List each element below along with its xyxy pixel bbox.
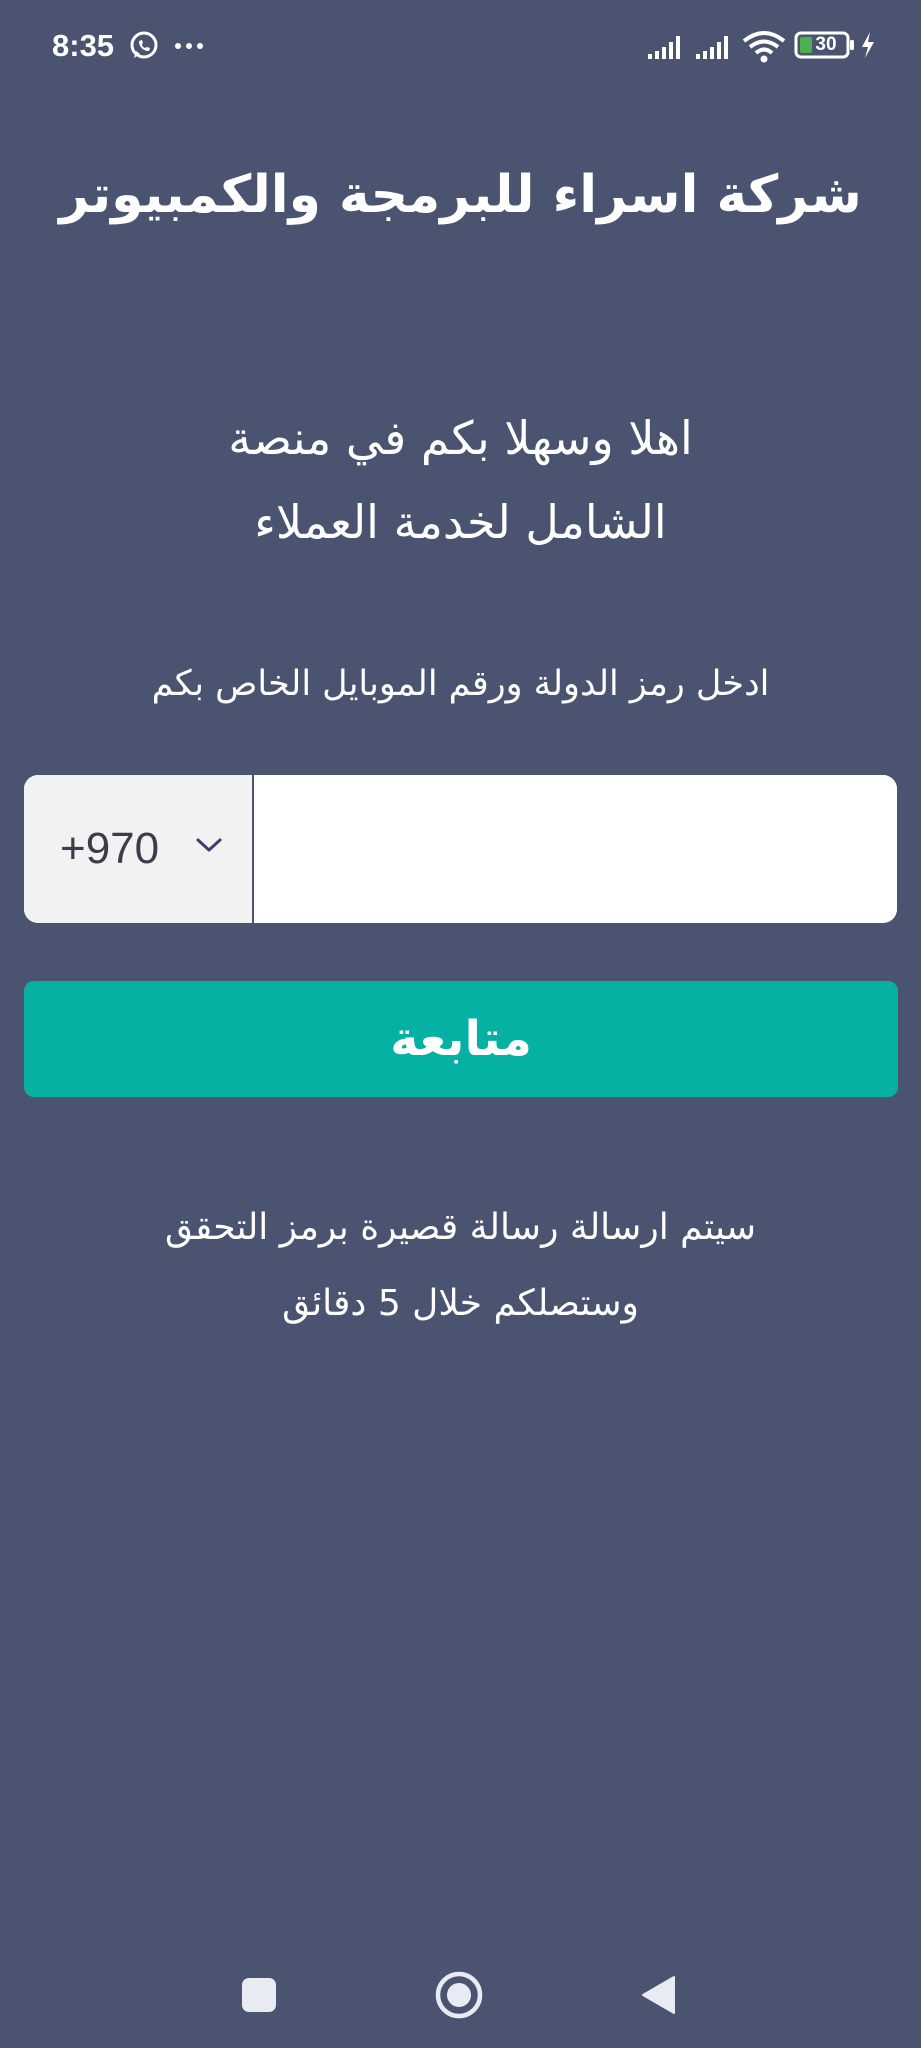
sms-note-line-1: سيتم ارسالة رسالة قصيرة برمز التحقق [165,1207,756,1248]
status-bar: 8:35 30 [0,0,921,92]
wifi-icon [742,31,786,63]
back-button[interactable] [640,1974,676,2016]
chevron-down-icon [196,838,222,852]
more-icon [175,43,203,49]
welcome-text: اهلا وسهلا بكم في منصة الشامل لخدمة العم… [100,396,821,564]
welcome-line-2: الشامل لخدمة العملاء [254,495,667,549]
sms-note: سيتم ارسالة رسالة قصيرة برمز التحقق وستص… [80,1190,841,1342]
recents-button[interactable] [240,1976,278,2014]
welcome-line-1: اهلا وسهلا بكم في منصة [228,411,693,465]
phone-input-group: +970 [24,775,897,923]
sms-note-line-2: وستصلكم خلال 5 دقائق [282,1283,639,1324]
phone-number-input[interactable] [254,775,897,923]
navigation-bar [0,1940,921,2048]
battery-level: 30 [815,34,837,55]
instruction-text: ادخل رمز الدولة ورقم الموبايل الخاص بكم [151,664,770,704]
whatsapp-icon [130,31,158,59]
company-title: شركة اسراء للبرمجة والكمبيوتر [59,165,862,225]
signal-icon [696,36,728,59]
home-button[interactable] [434,1970,484,2020]
signal-icon [648,36,680,59]
status-time: 8:35 [52,28,115,63]
charging-icon [862,32,874,58]
country-code-selector[interactable]: +970 [24,775,254,923]
country-code: +970 [60,824,160,873]
continue-button[interactable]: متابعة [24,981,898,1097]
